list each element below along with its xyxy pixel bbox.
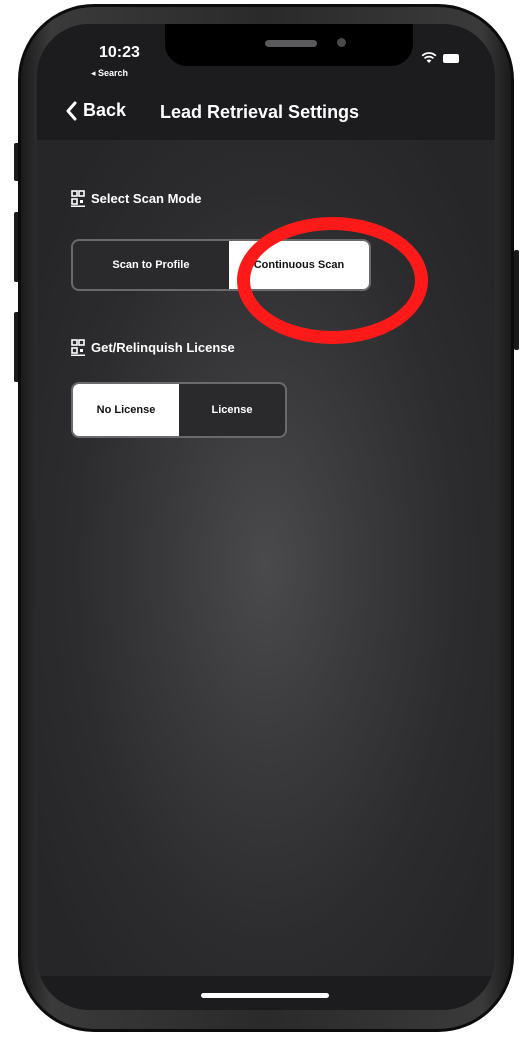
back-to-app-link[interactable]: ◂ Search	[91, 68, 128, 79]
scan-mode-header: Select Scan Mode	[71, 190, 202, 207]
scan-mode-header-label: Select Scan Mode	[91, 191, 202, 206]
back-label: Back	[83, 100, 127, 120]
status-icons	[421, 52, 459, 64]
segment-no-license[interactable]: No License	[73, 384, 179, 436]
license-segmented-control: No License License	[71, 382, 287, 438]
license-header-label: Get/Relinquish License	[91, 340, 235, 355]
battery-icon	[443, 53, 459, 63]
wifi-icon	[421, 52, 437, 63]
notch	[165, 24, 413, 66]
segment-continuous-scan[interactable]: Continuous Scan	[228, 241, 369, 289]
power-button	[514, 250, 519, 350]
license-header: Get/Relinquish License	[71, 339, 235, 356]
qr-code-icon	[71, 190, 85, 207]
front-camera	[337, 38, 346, 47]
page-title: Lead Retrieval Settings	[160, 102, 360, 122]
phone-screen: 10:23 ◂ Search Back Lead Retrieval Setti…	[37, 24, 495, 1010]
segment-scan-to-profile[interactable]: Scan to Profile	[73, 241, 229, 289]
status-time: 10:23	[99, 44, 140, 61]
home-indicator[interactable]	[201, 993, 329, 998]
scan-mode-segmented-control: Scan to Profile Continuous Scan	[71, 239, 371, 291]
segment-license[interactable]: License	[179, 384, 285, 436]
back-button[interactable]: Back	[65, 100, 126, 121]
speaker-grille	[265, 40, 317, 47]
qr-code-icon	[71, 339, 85, 356]
bottom-bar	[37, 976, 495, 1010]
top-bar: 10:23 ◂ Search Back Lead Retrieval Setti…	[37, 24, 495, 140]
chevron-left-icon	[66, 101, 77, 120]
